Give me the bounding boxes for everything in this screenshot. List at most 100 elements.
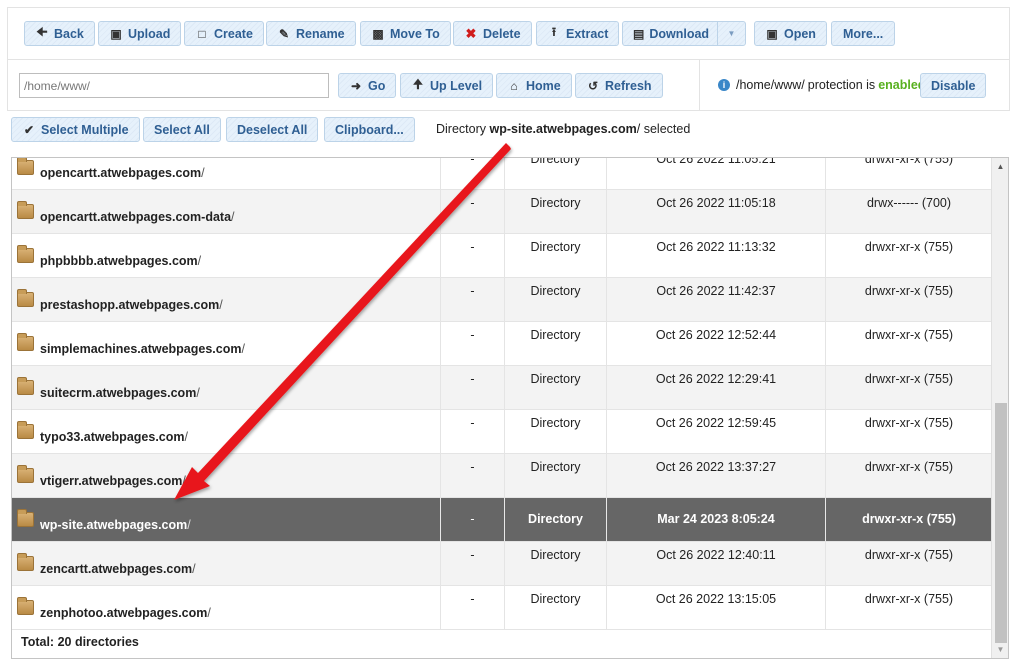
up-level-button[interactable]: 🠉 Up Level [400, 73, 494, 98]
file-name-link[interactable]: prestashopp.atwebpages.com/ [40, 298, 223, 312]
table-row[interactable]: zencartt.atwebpages.com/ - Directory Oct 26… [12, 542, 992, 586]
file-name-link[interactable]: simplemachines.atwebpages.com/ [40, 342, 245, 356]
create-icon: □ [198, 26, 206, 41]
select-all-button[interactable]: Select All [143, 117, 221, 142]
clipboard-button[interactable]: Clipboard... [324, 117, 415, 142]
name-cell: phpbbbb.atwebpages.com/ [12, 234, 441, 277]
scroll-up-arrow-icon[interactable]: ▲ [992, 158, 1008, 175]
rename-button[interactable]: ✎ Rename [266, 21, 356, 46]
disable-protection-button[interactable]: Disable [920, 73, 987, 98]
table-row[interactable]: prestashopp.atwebpages.com/ - Directory Oct… [12, 278, 992, 322]
delete-button[interactable]: ✖ Delete [453, 21, 532, 46]
home-button[interactable]: ⌂ Home [496, 73, 572, 98]
file-name-link[interactable]: zencartt.atwebpages.com/ [40, 562, 196, 576]
table-row[interactable]: suitecrm.atwebpages.com/ - Directory Oct 26… [12, 366, 992, 410]
permissions-cell: drwxr-xr-x (755) [864, 548, 954, 562]
arrow-up-icon: 🠉 [413, 77, 423, 91]
type-cell: Directory [505, 454, 607, 497]
modified-cell: Oct 26 2022 12:59:45 [607, 410, 826, 453]
type-cell: Directory [505, 234, 607, 277]
upload-button[interactable]: ▣ Upload [98, 21, 182, 46]
table-row[interactable]: simplemachines.atwebpages.com/ - Directory… [12, 322, 992, 366]
vertical-scrollbar[interactable]: ▲ ▼ [991, 158, 1008, 658]
move-icon: ▩ [372, 26, 384, 41]
modified-cell: Oct 26 2022 11:13:32 [607, 234, 826, 277]
file-name-link[interactable]: opencartt.atwebpages.com/ [40, 166, 205, 180]
open-button[interactable]: ▣ Open [754, 21, 827, 46]
download-dropdown-button[interactable]: ▼ [717, 21, 746, 46]
size-cell: - [441, 410, 505, 453]
table-row[interactable]: typo33.atwebpages.com/ - Directory Oct 26 2… [12, 410, 992, 454]
arrow-right-icon: ➜ [350, 78, 362, 93]
folder-icon [17, 465, 34, 483]
move-to-button[interactable]: ▩ Move To [360, 21, 451, 46]
name-cell: zencartt.atwebpages.com/ [12, 542, 441, 585]
size-cell: - [441, 158, 505, 189]
name-cell: opencartt.atwebpages.com-data/ [12, 190, 441, 233]
type-cell: Directory [505, 586, 607, 629]
modified-cell: Oct 26 2022 12:29:41 [607, 366, 826, 409]
file-name-link[interactable]: vtigerr.atwebpages.com/ [40, 474, 186, 488]
create-button[interactable]: □ Create [184, 21, 264, 46]
folder-icon [17, 201, 34, 219]
action-toolbar: 🠈 Back ▣ Upload □ Create ✎ Rename ▩ Move… [8, 8, 1009, 60]
modified-cell: Oct 26 2022 13:15:05 [607, 586, 826, 629]
file-name-link[interactable]: wp-site.atwebpages.com/ [40, 518, 191, 532]
scroll-down-arrow-icon[interactable]: ▼ [992, 641, 1008, 658]
folder-icon [17, 158, 34, 175]
permissions-cell: drwxr-xr-x (755) [864, 157, 954, 166]
table-row[interactable]: vtigerr.atwebpages.com/ - Directory Oct 26 … [12, 454, 992, 498]
modified-cell: Oct 26 2022 12:40:11 [607, 542, 826, 585]
scroll-thumb[interactable] [995, 403, 1007, 643]
name-cell: opencartt.atwebpages.com/ [12, 158, 441, 189]
path-input[interactable] [19, 73, 329, 98]
permissions-cell: drwxr-xr-x (755) [862, 512, 956, 526]
deselect-all-button[interactable]: Deselect All [226, 117, 319, 142]
delete-icon: ✖ [465, 25, 477, 41]
name-cell: simplemachines.atwebpages.com/ [12, 322, 441, 365]
file-name-link[interactable]: zenphotoo.atwebpages.com/ [40, 606, 211, 620]
refresh-button[interactable]: ↺ Refresh [575, 73, 663, 98]
size-cell: - [441, 366, 505, 409]
file-name-link[interactable]: opencartt.atwebpages.com-data/ [40, 210, 235, 224]
go-button[interactable]: ➜ Go [338, 73, 397, 98]
permissions-cell: drwxr-xr-x (755) [864, 460, 954, 474]
table-row[interactable]: zenphotoo.atwebpages.com/ - Directory Oct 2… [12, 586, 992, 630]
size-cell: - [441, 190, 505, 233]
table-row[interactable]: opencartt.atwebpages.com/ - Directory Oct 2… [12, 157, 992, 190]
table-row[interactable]: phpbbbb.atwebpages.com/ - Directory Oct 26 … [12, 234, 992, 278]
select-multiple-button[interactable]: ✔ Select Multiple [11, 117, 140, 142]
chevron-down-icon: ▼ [727, 29, 736, 38]
arrow-left-icon: 🠈 [36, 25, 48, 39]
type-cell: Directory [505, 190, 607, 233]
extract-button[interactable]: ⭱ Extract [536, 21, 620, 46]
name-cell: prestashopp.atwebpages.com/ [12, 278, 441, 321]
type-cell: Directory [505, 322, 607, 365]
back-button[interactable]: 🠈 Back [24, 21, 95, 46]
table-row-selected[interactable]: wp-site.atwebpages.com/ - Directory Mar 24 … [12, 498, 992, 542]
folder-icon [17, 245, 34, 263]
rename-icon: ✎ [278, 26, 290, 41]
modified-cell: Oct 26 2022 11:05:18 [607, 190, 826, 233]
more-button[interactable]: More... [831, 21, 896, 46]
modified-cell: Oct 26 2022 11:42:37 [607, 278, 826, 321]
folder-icon [17, 289, 34, 307]
permissions-cell: drwxr-xr-x (755) [864, 284, 954, 298]
file-name-link[interactable]: suitecrm.atwebpages.com/ [40, 386, 200, 400]
permissions-cell: drwxr-xr-x (755) [864, 240, 954, 254]
selection-status: Directory wp-site.atwebpages.com/ select… [436, 122, 691, 136]
table-row[interactable]: opencartt.atwebpages.com-data/ - Directory… [12, 190, 992, 234]
modified-cell: Oct 26 2022 12:52:44 [607, 322, 826, 365]
type-cell: Directory [505, 410, 607, 453]
file-name-link[interactable]: phpbbbb.atwebpages.com/ [40, 254, 201, 268]
file-name-link[interactable]: typo33.atwebpages.com/ [40, 430, 188, 444]
download-button[interactable]: ▤ Download [622, 21, 718, 46]
protection-panel: i /home/www/ protection is enabled Disab… [699, 60, 1009, 111]
size-cell: - [441, 498, 505, 541]
name-cell: typo33.atwebpages.com/ [12, 410, 441, 453]
total-count: Total: 20 directories [21, 635, 139, 649]
permissions-cell: drwxr-xr-x (755) [864, 416, 954, 430]
permissions-cell: drwxr-xr-x (755) [864, 328, 954, 342]
name-cell: wp-site.atwebpages.com/ [12, 498, 441, 541]
size-cell: - [441, 454, 505, 497]
